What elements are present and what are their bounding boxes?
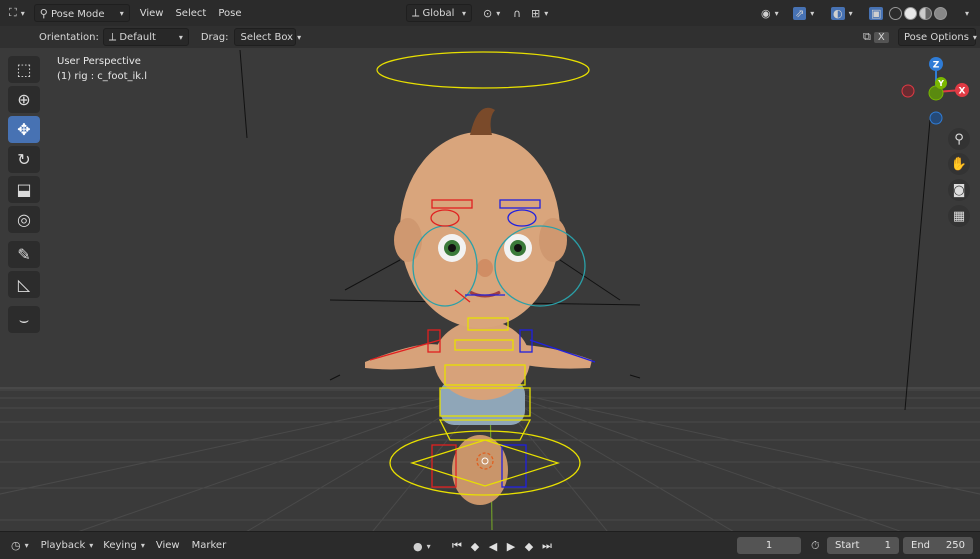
- mode-dropdown[interactable]: ⚲ Pose Mode ▾: [33, 4, 130, 22]
- playback-controls: ⏮ ◆ ◀ ▶ ◆ ⏭: [448, 537, 556, 555]
- keying-label: Keying: [103, 540, 137, 551]
- transform-orientation-dropdown[interactable]: ⟂ Global ▾: [406, 4, 472, 22]
- snap-toggle[interactable]: ∩: [508, 4, 526, 22]
- viewport-scene[interactable]: Z X Y: [0, 0, 980, 559]
- perspective-label: User Perspective: [57, 56, 141, 67]
- rotate-icon[interactable]: ↻: [8, 146, 40, 173]
- clock-icon: ◷: [11, 539, 21, 552]
- viewport-header: ⛶ ▾ ⚲ Pose Mode ▾ View Select Pose ⟂ Globa…: [0, 0, 980, 26]
- measure-icon[interactable]: ◺: [8, 271, 40, 298]
- drag-dropdown[interactable]: Select Box ▾: [234, 28, 301, 46]
- move-icon[interactable]: ✥: [8, 116, 40, 143]
- transform-orientation-value: Global: [422, 8, 455, 19]
- drag-value: Select Box: [240, 31, 294, 43]
- record-button[interactable]: ● ▾: [408, 537, 436, 555]
- pan-hand-icon[interactable]: ✋: [948, 153, 970, 175]
- baby-character-mesh[interactable]: [365, 107, 592, 505]
- mirror-options[interactable]: ⧉ X: [858, 28, 894, 46]
- orientation-axes-icon: ⟂: [108, 30, 117, 43]
- menu-marker[interactable]: Marker: [186, 537, 233, 555]
- head-top-control[interactable]: [376, 51, 590, 89]
- snap-target-button[interactable]: ⊞ ▾: [526, 4, 553, 22]
- transform-icon[interactable]: ◎: [8, 206, 40, 233]
- play-reverse-icon[interactable]: ◀: [484, 537, 502, 555]
- pose-options-dropdown[interactable]: Pose Options ▾: [898, 28, 977, 46]
- gizmo-z-label: Z: [933, 61, 940, 71]
- visibility-button[interactable]: ◉ ▾: [756, 4, 784, 22]
- stopwatch-icon: ⏱: [811, 539, 820, 552]
- active-object-label: (1) rig : c_foot_ik.l: [57, 71, 148, 82]
- gizmo-toggle[interactable]: ⇗ ▾: [788, 4, 819, 22]
- mirror-icon: ⧉: [863, 30, 871, 43]
- end-frame-field[interactable]: End 250: [903, 537, 973, 554]
- overlay-icon: ◐: [831, 6, 845, 20]
- overlay-toggle[interactable]: ◐ ▾: [826, 4, 858, 22]
- drag-label: Drag:: [200, 31, 229, 43]
- select-box-icon[interactable]: ⬚: [8, 56, 40, 83]
- editor-type-icon: ⛶: [9, 6, 17, 19]
- magnet-icon: ∩: [513, 6, 522, 20]
- wireframe-shading-icon[interactable]: [889, 6, 902, 20]
- pivot-point-button[interactable]: ⊙ ▾: [478, 4, 505, 22]
- shading-buttons[interactable]: [886, 4, 950, 22]
- zoom-icon[interactable]: ⚲: [948, 128, 970, 150]
- menu-timeline-view[interactable]: View: [150, 537, 186, 555]
- start-label: Start: [835, 540, 860, 551]
- jump-end-icon[interactable]: ⏭: [538, 537, 556, 555]
- end-value: 250: [945, 540, 965, 551]
- record-icon: ●: [413, 539, 423, 553]
- orientation-icon: ⟂: [412, 6, 420, 19]
- scale-icon[interactable]: ⬓: [8, 176, 40, 203]
- mode-label: Pose Mode: [50, 8, 105, 20]
- gizmo-icon: ⇗: [793, 6, 807, 20]
- timeline-editor-button[interactable]: ◷ ▾: [6, 537, 34, 555]
- orientation-label: Orientation:: [39, 31, 99, 43]
- jump-start-icon[interactable]: ⏮: [448, 537, 466, 555]
- snap-increment-icon: ⊞: [531, 6, 541, 20]
- cursor-icon[interactable]: ⊕: [8, 86, 40, 113]
- tool-settings-bar: Orientation: ⟂ Default ▾ Drag: Select Box…: [0, 26, 980, 48]
- grid-view-icon[interactable]: ▦: [948, 205, 970, 227]
- bone-lines: [239, 49, 931, 411]
- gizmo-x-label: X: [959, 87, 966, 97]
- tool-shelf: ⬚ ⊕ ✥ ↻ ⬓ ◎ ✎ ◺ ⌣: [8, 56, 41, 336]
- orientation-value: Default: [119, 32, 156, 43]
- menu-keying[interactable]: Keying ▾: [98, 537, 150, 555]
- annotate-icon[interactable]: ✎: [8, 241, 40, 268]
- start-frame-field[interactable]: Start 1: [827, 537, 899, 554]
- menu-playback[interactable]: Playback ▾: [36, 537, 99, 555]
- xray-icon: ▣: [869, 6, 884, 20]
- 3d-viewport[interactable]: Z X Y User Perspective (1) rig : c_foot_…: [0, 0, 980, 559]
- bone-curve-icon[interactable]: ⌣: [8, 306, 40, 333]
- end-label: End: [911, 540, 931, 551]
- x-mirror-toggle[interactable]: X: [873, 31, 889, 43]
- pose-mode-icon: ⚲: [39, 6, 48, 20]
- orientation-dropdown[interactable]: ⟂ Default ▾: [102, 28, 189, 46]
- solid-shading-icon[interactable]: [904, 6, 917, 20]
- current-frame-field[interactable]: 1: [737, 537, 801, 554]
- timeline-bar: ◷ ▾ Playback ▾ Keying ▾ View Marker ● ▾ ⏮ ◆ …: [0, 531, 980, 559]
- material-shading-icon[interactable]: [919, 6, 932, 20]
- preview-range-toggle[interactable]: ⏱: [806, 537, 825, 555]
- menu-pose[interactable]: Pose: [212, 4, 247, 22]
- camera-icon[interactable]: ◙: [948, 179, 970, 201]
- shading-options-button[interactable]: ▾: [956, 4, 974, 22]
- rendered-shading-icon[interactable]: [934, 6, 947, 20]
- gizmo-y-label: Y: [937, 79, 944, 88]
- menu-view[interactable]: View: [134, 4, 170, 22]
- start-value: 1: [884, 540, 891, 551]
- menu-select[interactable]: Select: [169, 4, 212, 22]
- prev-keyframe-icon[interactable]: ◆: [466, 537, 484, 555]
- editor-type-button[interactable]: ⛶ ▾: [4, 4, 30, 22]
- next-keyframe-icon[interactable]: ◆: [520, 537, 538, 555]
- play-icon[interactable]: ▶: [502, 537, 520, 555]
- eye-icon: ◉: [761, 6, 771, 20]
- playback-label: Playback: [40, 540, 86, 551]
- xray-toggle[interactable]: ▣: [864, 4, 888, 22]
- pose-options-label: Pose Options: [904, 31, 969, 43]
- pivot-icon: ⊙: [483, 6, 493, 20]
- chevron-down-icon: ▾: [965, 8, 970, 18]
